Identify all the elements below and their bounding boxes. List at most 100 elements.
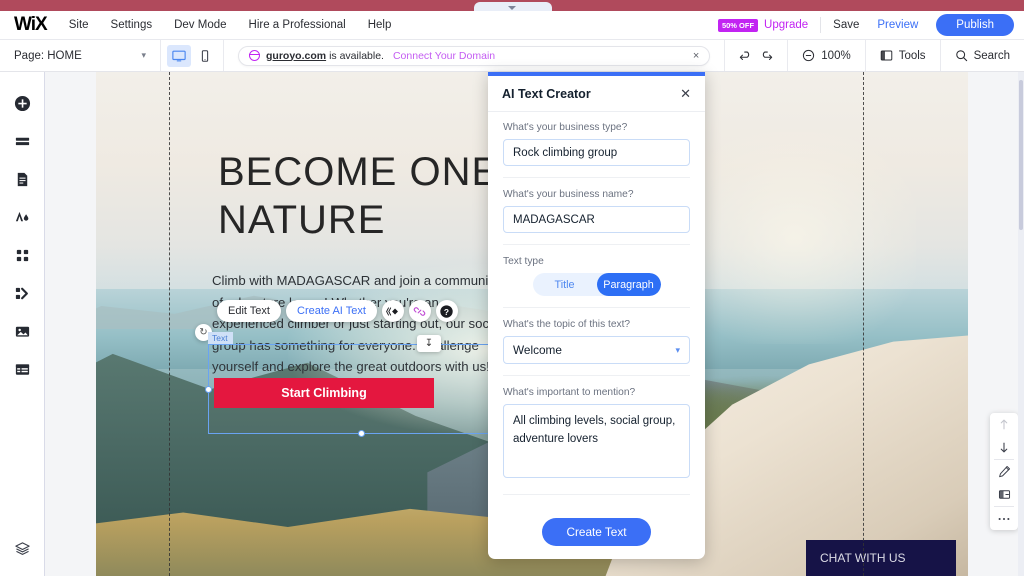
ellipsis-icon[interactable] xyxy=(990,507,1018,530)
topic-label: What's the topic of this text? xyxy=(503,319,631,330)
search-button[interactable]: Search xyxy=(939,40,1024,71)
text-type-option-title[interactable]: Title xyxy=(533,273,597,296)
toolbar-right-group: 100% Tools Search xyxy=(724,40,1024,71)
divider xyxy=(820,17,822,33)
svg-text:?: ? xyxy=(444,306,449,316)
top-bar-actions: 50% OFF Upgrade Save Preview Publish xyxy=(717,14,1024,36)
link-icon[interactable] xyxy=(408,300,431,322)
mobile-icon[interactable] xyxy=(193,45,217,67)
mention-field-group: What's important to mention? xyxy=(503,387,690,495)
sidebar-item-dev-flow[interactable] xyxy=(8,279,36,307)
chevron-down-icon: ▾ xyxy=(141,50,146,60)
zoom-level-label: 100% xyxy=(821,49,851,62)
save-button[interactable]: Save xyxy=(833,19,859,31)
animation-icon[interactable] xyxy=(381,300,404,322)
text-type-label: Text type xyxy=(503,256,544,267)
business-name-input[interactable] xyxy=(503,206,690,233)
selected-text-element[interactable]: Text ↧ xyxy=(205,332,517,437)
desktop-icon[interactable] xyxy=(167,44,191,67)
sidebar-item-theme-design[interactable] xyxy=(8,203,36,231)
discount-badge: 50% OFF xyxy=(717,18,759,32)
download-icon[interactable]: ↧ xyxy=(417,335,441,352)
close-icon[interactable]: ✕ xyxy=(680,86,691,102)
canvas-scrollbar[interactable] xyxy=(1018,72,1024,576)
sidebar-item-content-manager[interactable] xyxy=(8,355,36,383)
preview-button[interactable]: Preview xyxy=(877,19,918,31)
edit-text-button[interactable]: Edit Text xyxy=(217,300,281,322)
sidebar-item-add-elements[interactable] xyxy=(8,89,36,117)
connect-domain-link[interactable]: Connect Your Domain xyxy=(393,50,495,62)
publish-button[interactable]: Publish xyxy=(936,14,1014,36)
text-type-segmented-control: Title Paragraph xyxy=(532,273,661,296)
domain-availability-text: is available. xyxy=(329,49,384,62)
text-type-option-paragraph[interactable]: Paragraph xyxy=(596,273,661,296)
page-selector[interactable]: Page: HOME ▾ xyxy=(0,40,160,71)
editor-secondary-toolbar: Page: HOME ▾ guroyo.com is available. Co… xyxy=(0,40,1024,72)
mention-label: What's important to mention? xyxy=(503,387,636,398)
page-selector-label: Page: HOME xyxy=(14,49,82,62)
layout-icon[interactable] xyxy=(990,483,1018,506)
chevron-down-icon: ▾ xyxy=(675,344,680,355)
topic-select[interactable]: Welcome ▾ xyxy=(503,336,690,364)
search-icon xyxy=(955,49,968,62)
sidebar-item-add-section[interactable] xyxy=(8,127,36,155)
sidebar-item-apps[interactable] xyxy=(8,241,36,269)
chat-with-us-widget[interactable]: CHAT WITH US xyxy=(806,540,956,576)
mention-textarea[interactable] xyxy=(503,404,690,478)
close-icon[interactable]: × xyxy=(693,50,699,62)
left-guide-line xyxy=(169,72,170,576)
panel-icon xyxy=(880,49,893,62)
device-switcher xyxy=(161,44,223,67)
editor-top-bar: WiX Site Settings Dev Mode Hire a Profes… xyxy=(0,11,1024,40)
business-name-label: What's your business name? xyxy=(503,189,634,200)
arrow-down-icon[interactable] xyxy=(990,436,1018,459)
business-name-field-group: What's your business name? xyxy=(503,189,690,245)
element-floating-toolbar xyxy=(990,413,1018,530)
tools-button[interactable]: Tools xyxy=(864,40,940,71)
sidebar-item-layers[interactable] xyxy=(8,534,36,562)
ai-panel-body: What's your business type? What's your b… xyxy=(488,112,705,559)
menu-item-settings[interactable]: Settings xyxy=(111,19,153,31)
tools-label: Tools xyxy=(898,49,926,62)
zoom-control[interactable]: 100% xyxy=(787,40,864,71)
business-type-field-group: What's your business type? xyxy=(503,122,690,178)
arrow-up-icon[interactable] xyxy=(990,413,1018,436)
ai-panel-footer: Create Text xyxy=(503,506,690,559)
text-type-field-group: Text type Title Paragraph xyxy=(503,256,690,308)
left-sidebar xyxy=(0,72,45,576)
wix-logo[interactable]: WiX xyxy=(14,14,48,36)
pencil-icon[interactable] xyxy=(990,460,1018,483)
caret-icon xyxy=(508,6,516,10)
topic-selected-value: Welcome xyxy=(513,343,562,357)
globe-icon xyxy=(248,50,260,61)
topic-field-group: What's the topic of this text? Welcome ▾ xyxy=(503,319,690,376)
business-type-label: What's your business type? xyxy=(503,122,628,133)
ai-panel-title: AI Text Creator xyxy=(502,86,591,101)
right-guide-line xyxy=(863,72,864,576)
ai-text-creator-panel: AI Text Creator ✕ What's your business t… xyxy=(488,72,705,559)
search-label: Search xyxy=(973,49,1010,62)
upgrade-link[interactable]: Upgrade xyxy=(764,19,808,31)
undo-icon[interactable] xyxy=(739,49,753,63)
create-ai-text-button[interactable]: Create AI Text xyxy=(286,300,377,322)
menu-item-site[interactable]: Site xyxy=(69,19,89,31)
menu-item-dev-mode[interactable]: Dev Mode xyxy=(174,19,226,31)
undo-redo-group xyxy=(724,40,787,71)
lens-flare xyxy=(671,132,916,345)
redo-icon[interactable] xyxy=(759,49,773,63)
top-menu: Site Settings Dev Mode Hire a Profession… xyxy=(69,19,392,31)
menu-item-hire-a-professional[interactable]: Hire a Professional xyxy=(249,19,346,31)
sidebar-item-media[interactable] xyxy=(8,317,36,345)
selection-type-label: Text xyxy=(208,332,233,344)
domain-name[interactable]: guroyo.com xyxy=(266,50,326,62)
sidebar-item-pages[interactable] xyxy=(8,165,36,193)
zoom-out-icon[interactable] xyxy=(802,49,815,62)
ai-panel-header: AI Text Creator ✕ xyxy=(488,76,705,112)
help-icon[interactable]: ? xyxy=(435,300,458,322)
resize-handle-left[interactable] xyxy=(205,386,212,393)
wix-editor-window: WiX Site Settings Dev Mode Hire a Profes… xyxy=(0,0,1024,576)
resize-handle-bottom[interactable] xyxy=(358,430,365,437)
create-text-button[interactable]: Create Text xyxy=(542,518,651,546)
menu-item-help[interactable]: Help xyxy=(368,19,392,31)
business-type-input[interactable] xyxy=(503,139,690,166)
